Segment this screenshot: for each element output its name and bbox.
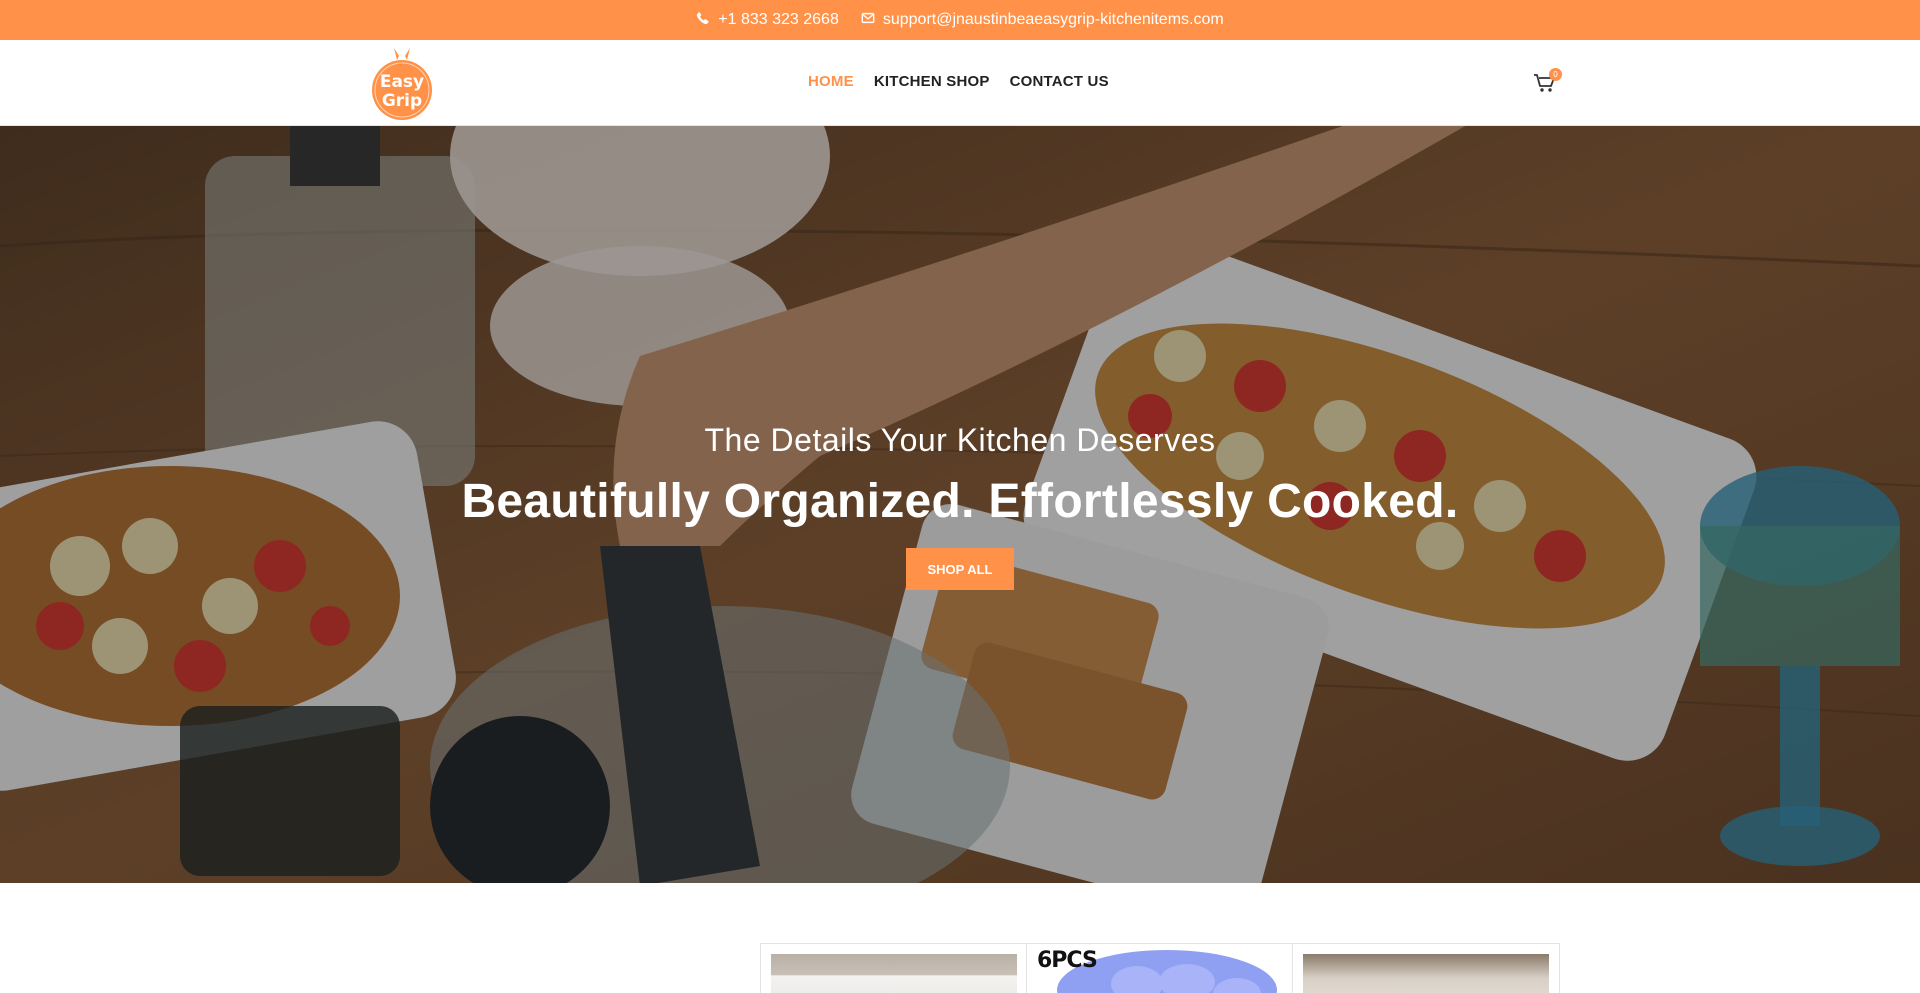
logo-text-grip: Grip: [382, 91, 422, 111]
email-address: support@jnaustinbeaeasygrip-kitchenitems…: [882, 11, 1224, 28]
mail-icon: [861, 11, 875, 30]
product-image[interactable]: [1303, 954, 1549, 993]
nav-contact-us[interactable]: CONTACT US: [1010, 73, 1109, 90]
phone-icon: [696, 11, 710, 30]
site-header: Easy Grip HOME KITCHEN SHOP CONTACT US 0: [0, 40, 1920, 126]
cart-count-badge: 0: [1549, 68, 1562, 81]
product-image[interactable]: [771, 954, 1017, 993]
product-card[interactable]: 6PCS: [1027, 944, 1293, 993]
phone-number: +1 833 323 2668: [718, 11, 839, 28]
hero-banner: The Details Your Kitchen Deserves Beauti…: [0, 126, 1920, 883]
shop-all-button[interactable]: SHOP ALL: [906, 548, 1014, 590]
hero-subtitle: The Details Your Kitchen Deserves: [704, 422, 1216, 458]
nav-home[interactable]: HOME: [808, 73, 854, 90]
logo-text-easy: Easy: [380, 72, 424, 92]
product-grid: 6PCS: [760, 943, 1560, 993]
easy-grip-logo[interactable]: Easy Grip: [370, 46, 434, 122]
product-card[interactable]: [761, 944, 1027, 993]
email-contact[interactable]: support@jnaustinbeaeasygrip-kitchenitems…: [861, 11, 1224, 30]
phone-contact[interactable]: +1 833 323 2668: [696, 11, 839, 30]
hero-title: Beautifully Organized. Effortlessly Cook…: [461, 475, 1459, 528]
product-badge: 6PCS: [1037, 948, 1098, 973]
nav-kitchen-shop[interactable]: KITCHEN SHOP: [874, 73, 990, 90]
product-card[interactable]: [1293, 944, 1559, 993]
top-contact-bar: +1 833 323 2668 support@jnaustinbeaeasyg…: [0, 0, 1920, 40]
main-nav: HOME KITCHEN SHOP CONTACT US: [808, 73, 1109, 90]
